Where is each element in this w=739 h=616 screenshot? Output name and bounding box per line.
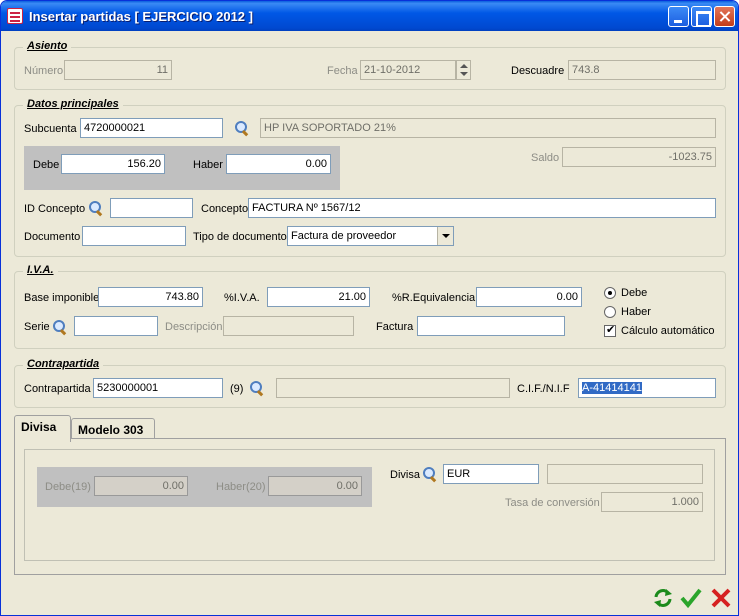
checkmark-icon [680, 588, 702, 609]
iva-legend: I.V.A. [23, 264, 58, 276]
contrapartida-search-icon[interactable] [250, 381, 264, 395]
window-title: Insertar partidas [ EJERCICIO 2012 ] [29, 9, 253, 24]
fecha-field: 21-10-2012 [360, 60, 456, 80]
documento-input[interactable] [82, 226, 186, 246]
calculo-automatico-label: Cálculo automático [621, 325, 715, 337]
divisa-description-field [547, 464, 703, 484]
divisa-debe-label: Debe(19) [45, 481, 91, 493]
cif-nif-value: A-41414141 [582, 382, 642, 394]
tipo-documento-select[interactable]: Factura de proveedor [287, 226, 454, 246]
descripcion-label: Descripción [165, 321, 223, 333]
subcuenta-search-icon[interactable] [235, 121, 249, 135]
contrapartida-description-field [276, 378, 510, 398]
contrapartida-input[interactable]: 5230000001 [93, 378, 223, 398]
tab-divisa[interactable]: Divisa [14, 415, 71, 442]
haber-input[interactable]: 0.00 [226, 154, 331, 174]
chevron-down-icon[interactable] [437, 227, 453, 245]
title-bar[interactable]: Insertar partidas [ EJERCICIO 2012 ] [1, 1, 738, 31]
subcuenta-label: Subcuenta [24, 123, 77, 135]
serie-label: Serie [24, 321, 50, 333]
subcuenta-description-field: HP IVA SOPORTADO 21% [260, 118, 716, 138]
recargo-equivalencia-label: %R.Equivalencia [392, 292, 476, 304]
porcentaje-iva-label: %I.V.A. [224, 292, 260, 304]
factura-label: Factura [376, 321, 414, 333]
fecha-spinner[interactable] [456, 60, 471, 80]
app-icon [7, 8, 23, 24]
id-concepto-input[interactable] [110, 198, 193, 218]
iva-group: I.V.A. [14, 264, 726, 349]
divisa-haber-field: 0.00 [268, 476, 362, 496]
tipo-documento-value: Factura de proveedor [291, 230, 397, 242]
accept-button[interactable] [679, 586, 703, 610]
contrapartida-legend: Contrapartida [23, 358, 104, 370]
serie-search-icon[interactable] [53, 320, 67, 334]
refresh-icon [654, 589, 672, 607]
calculo-automatico-checkbox[interactable] [604, 323, 616, 337]
concepto-input[interactable]: FACTURA Nº 1567/12 [248, 198, 716, 218]
tasa-conversion-field: 1.000 [601, 492, 703, 512]
fecha-label: Fecha [327, 65, 358, 77]
id-concepto-label: ID Concepto [24, 203, 86, 215]
descuadre-field: 743.8 [568, 60, 716, 80]
contrapartida-label: Contrapartida [24, 383, 91, 395]
descuadre-label: Descuadre [511, 65, 565, 77]
divisa-input[interactable]: EUR [443, 464, 539, 484]
contrapartida-count: (9) [230, 383, 244, 395]
haber-radio[interactable] [604, 306, 616, 318]
debe-input[interactable]: 156.20 [61, 154, 165, 174]
serie-input[interactable] [74, 316, 158, 336]
debe-label: Debe [33, 159, 60, 171]
porcentaje-iva-input[interactable]: 21.00 [267, 287, 370, 307]
tipo-documento-label: Tipo de documento [193, 231, 287, 243]
saldo-label: Saldo [531, 152, 560, 164]
asiento-legend: Asiento [23, 40, 72, 52]
factura-input[interactable] [417, 316, 565, 336]
divisa-label: Divisa [390, 469, 420, 481]
base-imponible-input[interactable]: 743.80 [98, 287, 203, 307]
haber-label: Haber [193, 159, 223, 171]
divisa-debe-field: 0.00 [94, 476, 188, 496]
datos-principales-legend: Datos principales [23, 98, 123, 110]
descripcion-field [223, 316, 354, 336]
maximize-button[interactable] [691, 6, 712, 27]
refresh-button[interactable] [651, 586, 675, 610]
divisa-search-icon[interactable] [423, 467, 437, 481]
id-concepto-search-icon[interactable] [89, 201, 103, 215]
dialog-window: Insertar partidas [ EJERCICIO 2012 ] Asi… [0, 0, 739, 616]
recargo-equivalencia-input[interactable]: 0.00 [476, 287, 582, 307]
haber-radio-label: Haber [621, 306, 651, 318]
divisa-haber-label: Haber(20) [216, 481, 266, 493]
numero-label: Número [24, 65, 64, 77]
saldo-field: -1023.75 [562, 147, 716, 167]
subcuenta-input[interactable]: 4720000021 [80, 118, 223, 138]
concepto-label: Concepto [201, 203, 249, 215]
cancel-icon [711, 588, 731, 608]
base-imponible-label: Base imponible [24, 292, 100, 304]
documento-label: Documento [24, 231, 81, 243]
close-button[interactable] [714, 6, 735, 27]
cif-nif-label: C.I.F./N.I.F [517, 383, 570, 395]
numero-field: 11 [64, 60, 172, 80]
minimize-button[interactable] [668, 6, 689, 27]
cancel-button[interactable] [709, 586, 733, 610]
debe-radio[interactable] [604, 287, 616, 299]
cif-nif-input[interactable]: A-41414141 [578, 378, 716, 398]
tasa-conversion-label: Tasa de conversión [505, 497, 600, 509]
debe-radio-label: Debe [621, 287, 648, 299]
